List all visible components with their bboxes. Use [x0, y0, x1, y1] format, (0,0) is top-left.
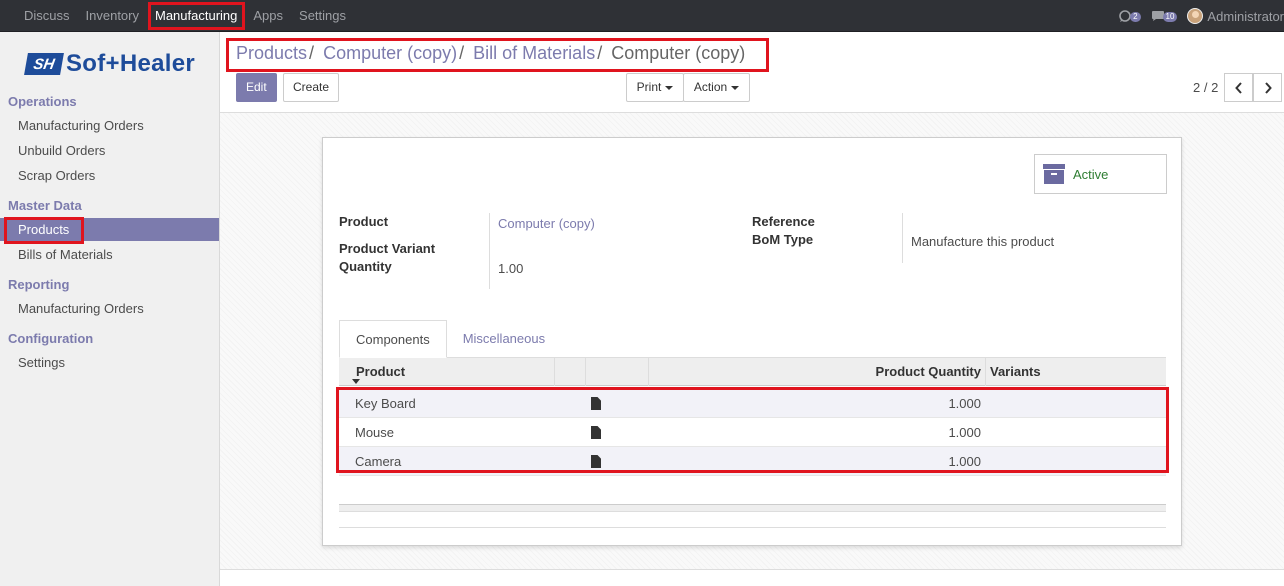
- print-button[interactable]: Print: [626, 73, 684, 102]
- user-name: Administrator: [1207, 8, 1284, 24]
- reference-label: Reference: [752, 214, 815, 229]
- pager-next-button[interactable]: [1253, 73, 1282, 102]
- archive-icon: [1043, 164, 1065, 184]
- caret-down-icon: [731, 85, 740, 90]
- menu-inventory[interactable]: Inventory: [78, 0, 147, 32]
- chevron-left-icon: [1234, 81, 1242, 94]
- logo-text: Sof+Healer: [66, 50, 196, 77]
- messages-badge: 10: [1162, 12, 1178, 22]
- pager-value[interactable]: 2 / 2: [1193, 80, 1218, 95]
- product-label: Product: [339, 214, 389, 229]
- avatar: [1187, 8, 1204, 24]
- column-variants[interactable]: Variants: [990, 358, 1041, 386]
- section-reporting: Reporting: [8, 277, 70, 292]
- highlight-box-products: [4, 217, 84, 244]
- sidebar: SH Sof+Healer Operations Manufacturing O…: [0, 32, 220, 586]
- column-product[interactable]: Product: [356, 358, 405, 386]
- table-footer-line: [339, 527, 1166, 528]
- sidebar-item-reporting-manufacturing-orders[interactable]: Manufacturing Orders: [0, 297, 219, 320]
- sidebar-item-manufacturing-orders[interactable]: Manufacturing Orders: [0, 114, 219, 137]
- field-separator: [902, 213, 903, 263]
- sidebar-item-scrap-orders[interactable]: Scrap Orders: [0, 164, 219, 187]
- notebook-tabs: Components Miscellaneous: [339, 320, 561, 358]
- active-toggle-button[interactable]: Active: [1034, 154, 1167, 194]
- chevron-right-icon: [1264, 81, 1272, 94]
- edit-button[interactable]: Edit: [236, 73, 277, 102]
- menu-discuss[interactable]: Discuss: [16, 0, 78, 32]
- section-master-data: Master Data: [8, 198, 82, 213]
- highlight-box-components: [336, 387, 1169, 473]
- bom-type-value: Manufacture this product: [911, 234, 1055, 249]
- caret-down-icon: [665, 85, 674, 90]
- pager-previous-button[interactable]: [1224, 73, 1253, 102]
- tab-miscellaneous[interactable]: Miscellaneous: [447, 320, 561, 358]
- menu-settings[interactable]: Settings: [291, 0, 354, 32]
- logo-mark: SH: [24, 53, 64, 75]
- messages-button[interactable]: 10: [1151, 10, 1178, 22]
- sidebar-item-unbuild-orders[interactable]: Unbuild Orders: [0, 139, 219, 162]
- form-sheet: Active Product Product Variant Quantity …: [322, 137, 1182, 546]
- highlight-box-breadcrumb: [226, 38, 769, 72]
- action-button[interactable]: Action: [683, 73, 750, 102]
- user-menu[interactable]: Administrator: [1187, 8, 1284, 24]
- tab-components[interactable]: Components: [339, 320, 447, 358]
- systray: 2 10 Administrator: [1118, 0, 1284, 32]
- sort-caret-icon: [352, 379, 360, 384]
- section-operations: Operations: [8, 94, 77, 109]
- highlight-box-menu: [148, 2, 245, 30]
- quantity-label: Quantity: [339, 259, 392, 274]
- sidebar-item-settings[interactable]: Settings: [0, 351, 219, 374]
- table-header: Product Product Quantity Variants: [339, 358, 1166, 386]
- field-separator: [489, 213, 490, 289]
- product-value[interactable]: Computer (copy): [498, 216, 595, 231]
- company-logo[interactable]: SH Sof+Healer: [24, 50, 196, 78]
- bottom-strip: [220, 569, 1284, 586]
- chat-badge: 2: [1130, 12, 1141, 22]
- section-configuration: Configuration: [8, 331, 94, 346]
- active-label: Active: [1073, 166, 1109, 182]
- chat-button[interactable]: 2: [1118, 10, 1141, 22]
- table-footer: [339, 504, 1166, 512]
- menu-apps[interactable]: Apps: [245, 0, 291, 32]
- sidebar-item-bills-of-materials[interactable]: Bills of Materials: [0, 243, 219, 266]
- column-product-quantity[interactable]: Product Quantity: [876, 358, 981, 386]
- product-variant-label: Product Variant: [339, 241, 436, 256]
- top-navbar: Discuss Inventory Manufacturing Apps Set…: [0, 0, 1284, 32]
- quantity-value: 1.00: [498, 261, 524, 276]
- create-button[interactable]: Create: [283, 73, 340, 102]
- bom-type-label: BoM Type: [752, 232, 814, 247]
